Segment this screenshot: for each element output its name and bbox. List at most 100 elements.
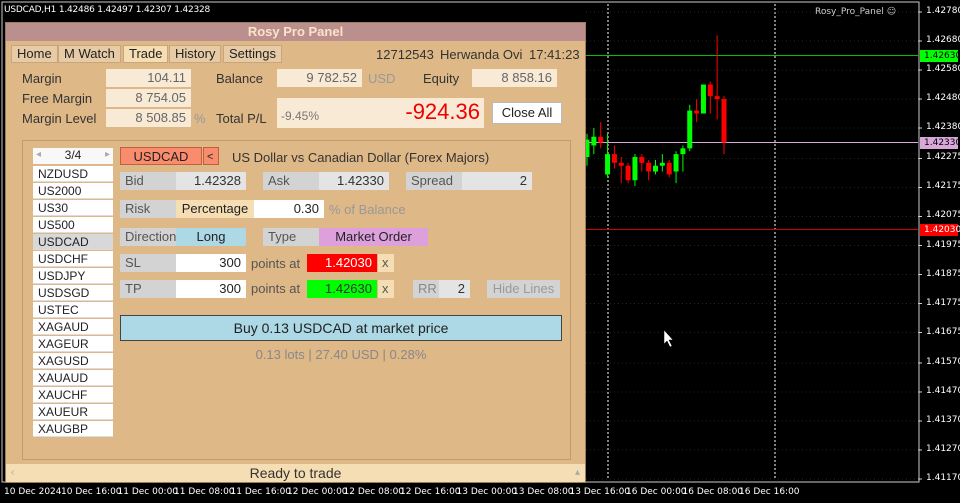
x-tick-label: 16 Dec 08:00 bbox=[682, 487, 744, 497]
symbol-item[interactable]: US30 bbox=[33, 200, 113, 216]
sl-points-at: points at bbox=[251, 256, 301, 271]
symbol-description: US Dollar vs Canadian Dollar (Forex Majo… bbox=[232, 150, 490, 165]
y-tick-label: 1.41775 bbox=[926, 297, 960, 308]
bear-candle bbox=[625, 165, 631, 181]
chart-header: USDCAD,H1 1.42486 1.42497 1.42307 1.4232… bbox=[4, 5, 211, 15]
x-tick-label: 13 Dec 16:00 bbox=[569, 487, 631, 497]
next-page-icon[interactable]: ▸ bbox=[105, 149, 110, 160]
sl-points-input[interactable]: 300 bbox=[176, 254, 246, 272]
tp-clear-button[interactable]: x bbox=[378, 280, 394, 298]
risk-unit: % of Balance bbox=[329, 202, 406, 217]
bear-candle bbox=[707, 84, 713, 97]
rr-label: RR bbox=[413, 280, 439, 298]
sl-price-input[interactable]: 1.42030 bbox=[307, 254, 377, 272]
total-pl-percent: -9.45% bbox=[281, 109, 320, 123]
bull-candle bbox=[700, 84, 706, 114]
y-tick-label: 1.41570 bbox=[926, 356, 960, 367]
tab-history[interactable]: History bbox=[169, 45, 222, 63]
bear-candle bbox=[598, 136, 604, 143]
tab-settings[interactable]: Settings bbox=[223, 45, 282, 63]
y-tick-label: 1.42580 bbox=[926, 64, 960, 74]
x-tick-label: 12 Dec 16:00 bbox=[400, 487, 461, 497]
symbol-item[interactable]: USDCAD bbox=[33, 234, 113, 250]
symbol-item[interactable]: US2000 bbox=[33, 183, 113, 199]
symbol-item[interactable]: USTEC bbox=[33, 302, 113, 318]
ask-value: 1.42330 bbox=[319, 172, 389, 190]
x-tick-label: 12 Dec 08:00 bbox=[343, 487, 405, 497]
tp-points-input[interactable]: 300 bbox=[176, 280, 246, 298]
ask-label: Ask bbox=[263, 172, 319, 190]
bear-candle bbox=[714, 96, 720, 100]
symbol-item[interactable]: XAGEUR bbox=[33, 336, 113, 352]
rr-value[interactable]: 2 bbox=[439, 280, 470, 298]
x-tick-label: 16 Dec 00:00 bbox=[626, 487, 687, 497]
x-tick-label: 11 Dec 00:00 bbox=[117, 487, 179, 497]
sl-clear-button[interactable]: x bbox=[378, 254, 394, 272]
tp-points-at: points at bbox=[251, 281, 301, 296]
bear-candle bbox=[639, 157, 645, 163]
y-tick-label: 1.42480 bbox=[926, 93, 960, 104]
tab-trade[interactable]: Trade bbox=[123, 45, 169, 63]
bull-candle bbox=[591, 136, 597, 146]
total-pl-value: -924.36 bbox=[405, 99, 480, 124]
sl-label: SL bbox=[120, 254, 176, 272]
close-all-button[interactable]: Close All bbox=[492, 102, 562, 124]
risk-mode-button[interactable]: Percentage bbox=[176, 200, 254, 218]
y-tick-label: 1.42780 bbox=[926, 6, 960, 16]
direction-button[interactable]: Long bbox=[176, 228, 246, 246]
x-tick-label: 11 Dec 16:00 bbox=[230, 487, 292, 497]
scroll-up-icon[interactable]: ▴ bbox=[575, 464, 580, 482]
margin-label: Margin bbox=[22, 71, 62, 86]
symbol-item[interactable]: XAUEUR bbox=[33, 404, 113, 420]
y-tick-label: 1.42275 bbox=[926, 152, 960, 163]
symbol-item[interactable]: XAGAUD bbox=[33, 319, 113, 335]
y-tick-label: 1.41270 bbox=[926, 443, 960, 454]
margin-level-label: Margin Level bbox=[22, 111, 97, 126]
clock: 17:41:23 bbox=[529, 47, 580, 62]
panel-title[interactable]: Rosy Pro Panel bbox=[6, 23, 585, 41]
page-indicator: 3/4 bbox=[64, 148, 82, 162]
currency: USD bbox=[368, 71, 396, 86]
hide-lines-button[interactable]: Hide Lines bbox=[487, 280, 560, 298]
back-button[interactable]: < bbox=[203, 147, 219, 165]
tab-m-watch[interactable]: M Watch bbox=[58, 45, 121, 63]
scroll-left-icon[interactable]: ‹ bbox=[11, 464, 14, 482]
status-text: Ready to trade bbox=[249, 465, 342, 481]
order-type-button[interactable]: Market Order bbox=[319, 228, 428, 246]
symbol-item[interactable]: XAUCHF bbox=[33, 387, 113, 403]
symbol-pager: ◂ 3/4 ▸ bbox=[33, 148, 113, 164]
y-tick-label: 1.41975 bbox=[926, 239, 960, 250]
y-tick-label: 1.41675 bbox=[926, 326, 960, 337]
symbol-item[interactable]: XAGUSD bbox=[33, 353, 113, 369]
y-tick-label: 1.42075 bbox=[926, 210, 960, 221]
bear-candle bbox=[611, 154, 617, 163]
x-tick-label: 11 Dec 08:00 bbox=[174, 487, 235, 497]
account-number: 12712543 bbox=[376, 47, 434, 62]
tp-price-input[interactable]: 1.42630 bbox=[307, 280, 377, 298]
symbol-item[interactable]: USDJPY bbox=[33, 268, 113, 284]
total-pl-box: -9.45% -924.36 bbox=[277, 98, 484, 128]
selected-symbol-button[interactable]: USDCAD bbox=[120, 147, 202, 165]
symbol-item[interactable]: US500 bbox=[33, 217, 113, 233]
x-tick-label: 12 Dec 00:00 bbox=[287, 487, 348, 497]
margin-value: 104.11 bbox=[106, 69, 191, 87]
bull-candle bbox=[605, 154, 611, 175]
tab-home[interactable]: Home bbox=[11, 45, 58, 63]
symbol-item[interactable]: XAUGBP bbox=[33, 421, 113, 437]
symbol-item[interactable]: NZDUSD bbox=[33, 166, 113, 182]
tp-label: TP bbox=[120, 280, 176, 298]
buy-button[interactable]: Buy 0.13 USDCAD at market price bbox=[120, 315, 562, 341]
equity-value: 8 858.16 bbox=[472, 69, 557, 87]
risk-value-input[interactable]: 0.30 bbox=[254, 200, 324, 218]
price-tag-tp: 1.42630 bbox=[920, 49, 960, 62]
symbol-item[interactable]: USDCHF bbox=[33, 251, 113, 267]
x-tick-label: 10 Dec 16:00 bbox=[61, 487, 122, 497]
bear-candle bbox=[646, 162, 652, 172]
bull-candle bbox=[687, 110, 693, 149]
symbol-item[interactable]: XAUAUD bbox=[33, 370, 113, 386]
symbol-item[interactable]: USDSGD bbox=[33, 285, 113, 301]
indicator-name: Rosy_Pro_Panel ☺ bbox=[815, 7, 897, 17]
price-tag-sl: 1.42030 bbox=[920, 223, 960, 236]
balance-value: 9 782.52 bbox=[277, 69, 362, 87]
bull-candle bbox=[653, 165, 658, 172]
